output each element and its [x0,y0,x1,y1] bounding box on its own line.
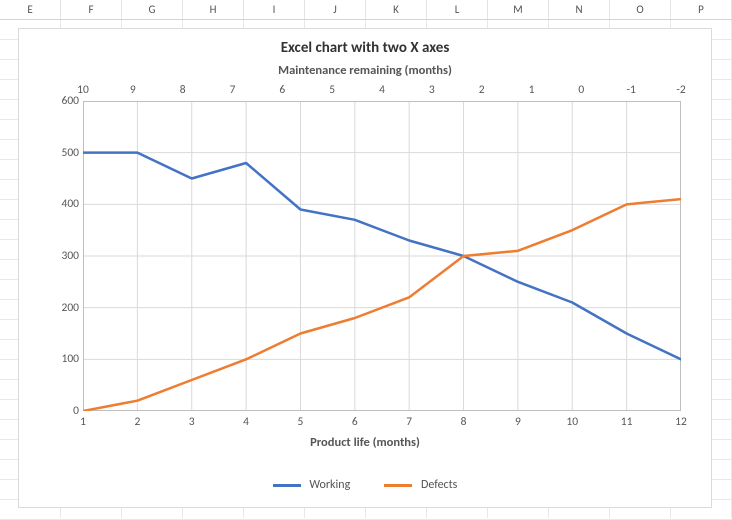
column-headers: EFGHIJKLMNOP [0,0,732,20]
primary-x-axis-ticks: 123456789101112 [83,415,681,433]
legend-label: Defects [421,478,457,492]
secondary-x-axis-ticks: 109876543210-1-2 [83,83,681,99]
chart-object[interactable]: Excel chart with two X axes Maintenance … [18,28,712,508]
column-header-H[interactable]: H [183,0,244,19]
secondary-x-axis-title[interactable]: Maintenance remaining (months) [19,63,711,84]
column-header-M[interactable]: M [488,0,549,19]
chart-legend[interactable]: Working Defects [19,473,711,497]
y-axis-ticks: 0100200300400500600 [47,101,79,411]
column-header-L[interactable]: L [427,0,488,19]
legend-entry-defects[interactable]: Defects [384,478,457,492]
legend-swatch-icon [384,484,412,487]
column-header-I[interactable]: I [244,0,305,19]
plot-area[interactable] [83,101,681,411]
chart-canvas [83,101,681,411]
column-header-E[interactable]: E [0,0,61,19]
column-header-F[interactable]: F [61,0,122,19]
column-header-O[interactable]: O [610,0,671,19]
worksheet-area[interactable]: Excel chart with two X axes Maintenance … [0,20,732,518]
chart-title[interactable]: Excel chart with two X axes [19,29,711,63]
column-header-K[interactable]: K [366,0,427,19]
column-header-J[interactable]: J [305,0,366,19]
primary-x-axis-title[interactable]: Product life (months) [19,435,711,450]
legend-swatch-icon [273,484,301,487]
column-header-G[interactable]: G [122,0,183,19]
column-header-N[interactable]: N [549,0,610,19]
legend-label: Working [309,478,350,492]
column-header-P[interactable]: P [671,0,732,19]
legend-entry-working[interactable]: Working [273,478,351,492]
